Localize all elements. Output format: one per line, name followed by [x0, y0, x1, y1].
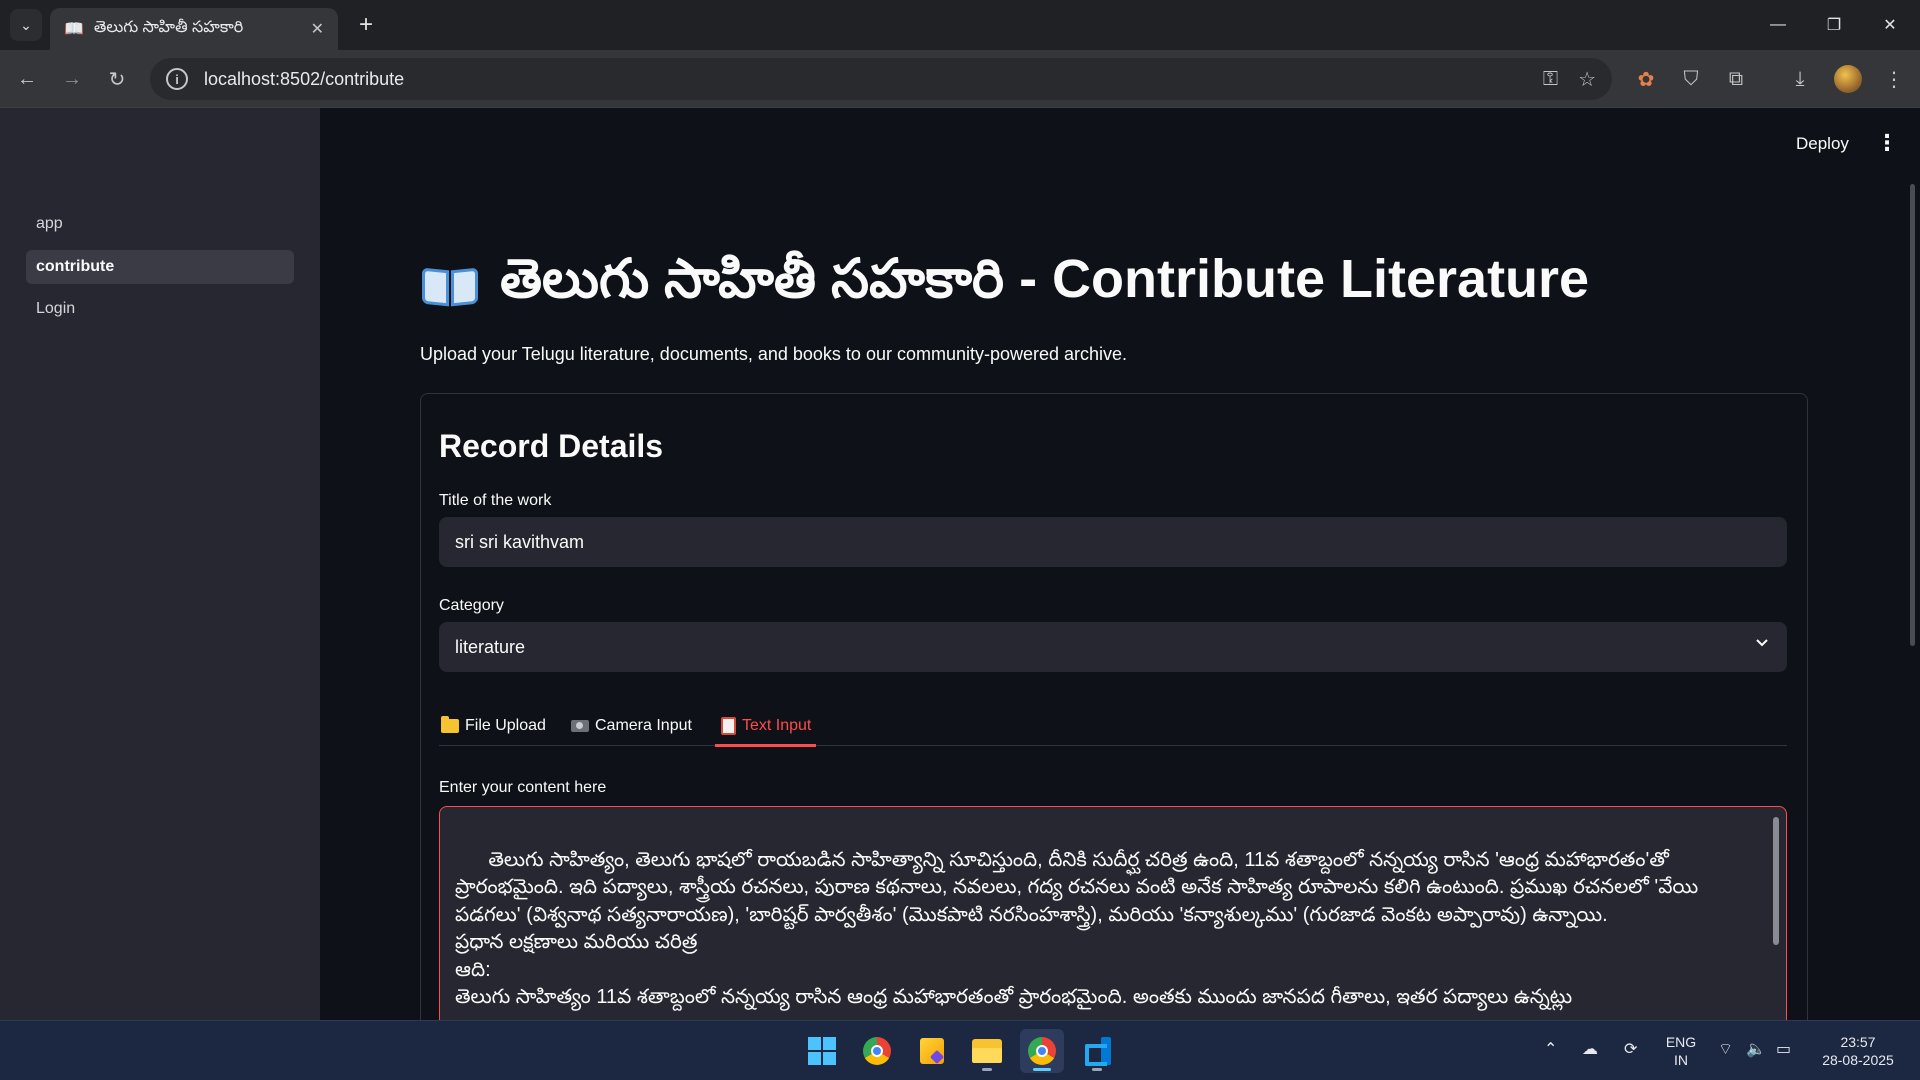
clock-time: 23:57 [1840, 1034, 1876, 1050]
tab-camera-input[interactable]: Camera Input [571, 706, 692, 746]
wifi-icon[interactable]: ⌔ [1718, 1039, 1733, 1059]
page-subtitle: Upload your Telugu literature, documents… [420, 344, 1128, 364]
running-indicator [1092, 1068, 1102, 1071]
sticky-notes-icon [920, 1038, 944, 1064]
browser-toolbar: ← → ↻ i localhost:8502/contribute ⚿ ☆ ✿ … [0, 50, 1920, 108]
taskbar: ⌃ ☁ ⟳ ENG IN ⌔ 🔈 ▭ 23:57 28-08-2025 [0, 1020, 1920, 1080]
running-indicator [982, 1068, 992, 1071]
sidebar-item-label: Login [36, 300, 76, 317]
deploy-button[interactable]: Deploy [1796, 134, 1849, 154]
language-code: ENG [1665, 1034, 1697, 1050]
chevron-down-icon [1756, 639, 1768, 647]
windows-start-button[interactable] [800, 1029, 844, 1073]
new-tab-button[interactable]: + [352, 12, 380, 38]
content-textarea[interactable]: తెలుగు సాహిత్యం, తెలుగు భాషలో రాయబడిన సా… [439, 806, 1787, 1020]
tab-text-input[interactable]: Text Input [721, 706, 811, 746]
content-text: తెలుగు సాహిత్యం, తెలుగు భాషలో రాయబడిన సా… [455, 848, 1699, 1009]
windows-logo-icon [808, 1037, 836, 1065]
bookmark-star-icon[interactable]: ☆ [1578, 67, 1596, 92]
password-key-icon[interactable]: ⚿ [1543, 68, 1558, 91]
forward-button[interactable]: → [55, 62, 89, 96]
sidebar-item-label: app [36, 215, 63, 232]
sidebar-item-app[interactable]: app [26, 207, 294, 241]
site-info-icon[interactable]: i [166, 68, 188, 90]
reload-button[interactable]: ↻ [100, 62, 134, 96]
extension-cookie-icon[interactable]: ✿ [1632, 65, 1660, 93]
taskbar-vscode[interactable] [1075, 1029, 1119, 1073]
browser-tab-bar: ⌄ 📖 తెలుగు సాహితీ సహకారి ✕ + — ❐ ✕ [0, 0, 1920, 50]
url-text[interactable]: localhost:8502/contribute [204, 69, 1523, 90]
download-icon[interactable]: ⤓ [1786, 65, 1814, 93]
restore-button[interactable]: ❐ [1806, 0, 1862, 50]
running-indicator [1033, 1068, 1051, 1071]
memo-icon [721, 717, 736, 735]
minimize-button[interactable]: — [1750, 0, 1806, 50]
content-field-label: Enter your content here [439, 779, 607, 796]
category-field-label: Category [439, 597, 504, 614]
record-details-form: Record Details Title of the work sri sri… [420, 393, 1808, 1020]
taskbar-file-explorer[interactable] [965, 1029, 1009, 1073]
tab-search-button[interactable]: ⌄ [10, 9, 42, 41]
tab-label: File Upload [465, 717, 546, 734]
vscode-icon [1083, 1037, 1111, 1066]
sidebar-item-login[interactable]: Login [26, 292, 294, 326]
battery-icon[interactable]: ▭ [1776, 1039, 1791, 1059]
folder-icon [441, 716, 459, 733]
browser-menu-icon[interactable]: ⋮ [1880, 65, 1908, 93]
title-field-label: Title of the work [439, 492, 552, 509]
category-select[interactable]: literature [439, 622, 1787, 672]
clock[interactable]: 23:57 28-08-2025 [1810, 1033, 1906, 1069]
page-scrollbar[interactable] [1910, 184, 1915, 646]
active-tab-indicator [715, 744, 816, 747]
profile-avatar[interactable] [1834, 65, 1862, 93]
sync-icon[interactable]: ⟳ [1624, 1039, 1637, 1059]
close-window-button[interactable]: ✕ [1862, 0, 1918, 50]
category-selected-value: literature [455, 636, 526, 657]
tab-label: Camera Input [595, 717, 692, 734]
chrome-icon [863, 1037, 891, 1065]
page-title: తెలుగు సాహితీ సహకారి - Contribute Litera… [422, 248, 1589, 324]
open-book-icon: 📖 [64, 21, 84, 38]
sidebar-item-label: contribute [36, 258, 115, 275]
language-indicator[interactable]: ENG IN [1664, 1033, 1698, 1069]
camera-icon [571, 720, 589, 732]
main-content: Deploy ⋮ తెలుగు సాహితీ సహకారి - Contribu… [320, 108, 1920, 1020]
input-method-tabs: File Upload Camera Input Text Input [439, 706, 1787, 747]
tab-file-upload[interactable]: File Upload [441, 706, 546, 746]
region-code: IN [1674, 1052, 1688, 1068]
taskbar-sticky-notes[interactable] [910, 1029, 954, 1073]
textarea-scrollbar[interactable] [1773, 817, 1779, 945]
open-book-icon [422, 265, 478, 307]
page-title-text: తెలుగు సాహితీ సహకారి - Contribute Litera… [500, 249, 1590, 309]
volume-icon[interactable]: 🔈 [1746, 1039, 1766, 1059]
tab-label: Text Input [742, 717, 812, 734]
taskbar-chrome[interactable] [855, 1029, 899, 1073]
tab-title: తెలుగు సాహితీ సహకారి [93, 19, 244, 36]
back-button[interactable]: ← [10, 62, 44, 96]
chrome-icon [1028, 1037, 1056, 1065]
folder-icon [972, 1039, 1002, 1063]
close-tab-icon[interactable]: ✕ [311, 19, 324, 39]
section-title: Record Details [439, 428, 664, 464]
clock-date: 28-08-2025 [1822, 1052, 1894, 1068]
extension-shield-icon[interactable]: ⛉ [1677, 65, 1705, 93]
title-input[interactable]: sri sri kavithvam [439, 517, 1787, 567]
extensions-puzzle-icon[interactable]: ⧉ [1722, 65, 1750, 93]
sidebar: app contribute Login [0, 108, 320, 1020]
taskbar-chrome-active[interactable] [1020, 1029, 1064, 1073]
browser-tab[interactable]: 📖 తెలుగు సాహితీ సహకారి ✕ [50, 8, 338, 50]
app-menu-icon[interactable]: ⋮ [1876, 130, 1898, 156]
onedrive-cloud-icon[interactable]: ☁ [1582, 1039, 1598, 1059]
address-bar[interactable]: i localhost:8502/contribute ⚿ ☆ [150, 58, 1612, 100]
chevron-up-icon[interactable]: ⌃ [1544, 1039, 1557, 1059]
sidebar-item-contribute[interactable]: contribute [26, 250, 294, 284]
